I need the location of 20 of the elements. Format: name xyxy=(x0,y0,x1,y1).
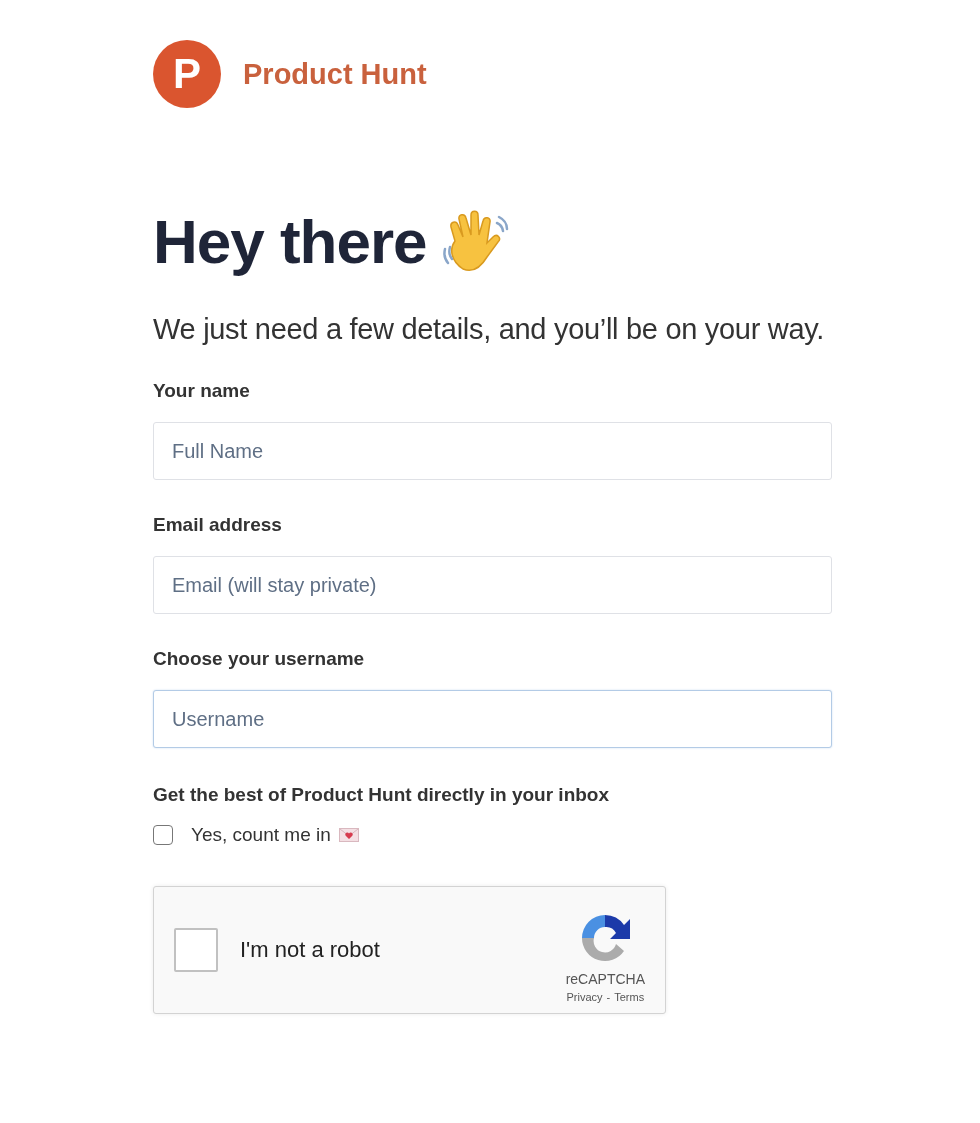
privacy-link[interactable]: Privacy xyxy=(566,991,603,1003)
text-field[interactable]: Username xyxy=(153,690,832,748)
text-field[interactable]: Email (will stay private) xyxy=(153,556,832,614)
recaptcha-brand: reCAPTCHA xyxy=(565,971,645,987)
text-field[interactable]: Full Name xyxy=(153,422,832,480)
love-letter-icon xyxy=(338,828,359,842)
page-heading: Hey there xyxy=(153,206,427,277)
logo-icon[interactable]: P xyxy=(153,40,221,108)
link-separator: - xyxy=(606,991,611,1003)
captcha-label: I'm not a robot xyxy=(240,937,381,963)
subtitle-text: We just need a few details, and you’ll be on your way. xyxy=(153,313,826,346)
checkbox[interactable] xyxy=(153,825,173,845)
brand-name: Product Hunt xyxy=(243,57,427,91)
field-label: Your name xyxy=(153,380,251,402)
captcha-checkbox[interactable] xyxy=(174,928,218,972)
field-label: Choose your username xyxy=(153,648,366,670)
terms-link[interactable]: Terms xyxy=(614,991,645,1003)
checkbox-label: Yes, count me in xyxy=(191,824,331,846)
field-label: Email address xyxy=(153,514,283,536)
newsletter-label: Get the best of Product Hunt directly in your inbox xyxy=(153,784,611,806)
